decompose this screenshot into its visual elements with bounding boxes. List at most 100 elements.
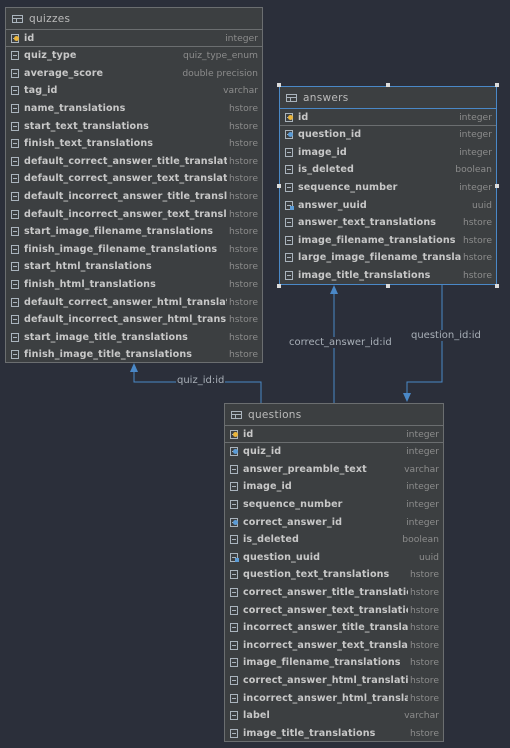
column-row-answer-uuid[interactable]: answer_uuid uuid bbox=[280, 196, 496, 214]
column-name: question_text_translations bbox=[243, 569, 390, 581]
column-icon bbox=[10, 103, 21, 114]
column-row-answer-text-translations[interactable]: answer_text_translations hstore bbox=[280, 214, 496, 232]
column-name: finish_image_filename_translations bbox=[24, 243, 218, 255]
column-icon bbox=[284, 235, 295, 246]
resize-handle-bottom-middle[interactable] bbox=[386, 284, 390, 288]
column-row-incorrect-answer-text-translations[interactable]: incorrect_answer_text_translationshstore bbox=[225, 637, 443, 655]
table-quizzes[interactable]: quizzes id integer quiz_type quiz_type_enum… bbox=[5, 7, 263, 363]
column-row-finish-image-filename-translations[interactable]: finish_image_filename_translations hstore bbox=[6, 241, 262, 259]
resize-handle-top-right[interactable] bbox=[495, 83, 499, 87]
column-type: hstore bbox=[409, 675, 439, 687]
table-header[interactable]: quizzes bbox=[6, 8, 262, 30]
column-row-sequence-number[interactable]: sequence_number integer bbox=[225, 496, 443, 514]
column-row-start-text-translations[interactable]: start_text_translations hstore bbox=[6, 117, 262, 135]
column-type: hstore bbox=[228, 155, 258, 167]
primary-key-icon bbox=[284, 112, 295, 123]
column-row-incorrect-answer-html-translations[interactable]: incorrect_answer_html_translationshstore bbox=[225, 689, 443, 707]
column-row-correct-answer-title-translations[interactable]: correct_answer_title_translations hstore bbox=[225, 584, 443, 602]
column-row-image-title-translations[interactable]: image_title_translations hstore bbox=[280, 267, 496, 285]
column-type: integer bbox=[459, 111, 492, 123]
column-row-finish-text-translations[interactable]: finish_text_translations hstore bbox=[6, 135, 262, 153]
column-row-large-image-filename-translations[interactable]: large_image_filename_translationshstore bbox=[280, 249, 496, 267]
column-row-quiz-type[interactable]: quiz_type quiz_type_enum bbox=[6, 47, 262, 65]
column-type: hstore bbox=[228, 173, 258, 185]
column-row-default-incorrect-answer-text-translations[interactable]: default_incorrect_answer_text_translatio… bbox=[6, 205, 262, 223]
resize-handle-middle-left[interactable] bbox=[277, 184, 281, 188]
resize-handle-bottom-left[interactable] bbox=[277, 284, 281, 288]
column-name: default_correct_answer_text_translations bbox=[24, 173, 227, 185]
table-header[interactable]: answers bbox=[280, 87, 496, 109]
table-header[interactable]: questions bbox=[225, 404, 443, 426]
column-row-correct-answer-id[interactable]: correct_answer_id integer bbox=[225, 513, 443, 531]
table-questions[interactable]: questions id integer quiz_id integer answer_… bbox=[224, 403, 444, 742]
column-row-tag-id[interactable]: tag_id varchar bbox=[6, 82, 262, 100]
column-row-image-filename-translations[interactable]: image_filename_translations hstore bbox=[225, 654, 443, 672]
resize-handle-top-middle[interactable] bbox=[386, 83, 390, 87]
column-row-question-uuid[interactable]: question_uuid uuid bbox=[225, 549, 443, 567]
column-name: large_image_filename_translations bbox=[298, 252, 461, 264]
column-row-name-translations[interactable]: name_translations hstore bbox=[6, 100, 262, 118]
column-row-id[interactable]: id integer bbox=[280, 109, 496, 126]
column-icon bbox=[229, 605, 240, 616]
column-row-correct-answer-html-translations[interactable]: correct_answer_html_translationshstore bbox=[225, 672, 443, 690]
column-name: is_deleted bbox=[243, 534, 299, 546]
resize-handle-middle-right[interactable] bbox=[495, 184, 499, 188]
column-icon bbox=[229, 481, 240, 492]
column-row-default-correct-answer-html-translations[interactable]: default_correct_answer_html_translations… bbox=[6, 293, 262, 311]
column-icon bbox=[10, 191, 21, 202]
column-type: hstore bbox=[409, 587, 439, 599]
column-row-default-correct-answer-title-translations[interactable]: default_correct_answer_title_translation… bbox=[6, 153, 262, 171]
column-row-finish-image-title-translations[interactable]: finish_image_title_translations hstore bbox=[6, 346, 262, 364]
table-name: quizzes bbox=[29, 12, 71, 25]
column-type: integer bbox=[406, 428, 439, 440]
column-row-image-filename-translations[interactable]: image_filename_translations hstore bbox=[280, 232, 496, 250]
column-row-start-html-translations[interactable]: start_html_translations hstore bbox=[6, 258, 262, 276]
column-row-incorrect-answer-title-translations[interactable]: incorrect_answer_title_translationshstor… bbox=[225, 619, 443, 637]
column-row-default-incorrect-answer-title-translations[interactable]: default_incorrect_answer_title_translati… bbox=[6, 188, 262, 206]
column-type: hstore bbox=[409, 727, 439, 739]
column-row-sequence-number[interactable]: sequence_number integer bbox=[280, 179, 496, 197]
column-name: start_image_title_translations bbox=[24, 331, 188, 343]
column-type: double precision bbox=[182, 67, 258, 79]
column-row-image-id[interactable]: image_id integer bbox=[225, 478, 443, 496]
column-icon bbox=[229, 499, 240, 510]
column-type: varchar bbox=[404, 463, 439, 475]
column-row-start-image-filename-translations[interactable]: start_image_filename_translations hstore bbox=[6, 223, 262, 241]
column-row-average-score[interactable]: average_score double precision bbox=[6, 65, 262, 83]
column-name: start_text_translations bbox=[24, 120, 149, 132]
resize-handle-top-left[interactable] bbox=[277, 83, 281, 87]
column-row-is-deleted[interactable]: is_deleted boolean bbox=[280, 161, 496, 179]
arrow-to-quizzes bbox=[130, 363, 138, 372]
column-type: integer bbox=[406, 481, 439, 493]
column-icon bbox=[10, 332, 21, 343]
column-row-is-deleted[interactable]: is_deleted boolean bbox=[225, 531, 443, 549]
label-quiz-id: quiz_id:id bbox=[176, 375, 226, 386]
column-row-id[interactable]: id integer bbox=[225, 426, 443, 443]
column-row-id[interactable]: id integer bbox=[6, 30, 262, 47]
column-icon bbox=[10, 85, 21, 96]
column-row-question-text-translations[interactable]: question_text_translations hstore bbox=[225, 566, 443, 584]
column-row-finish-html-translations[interactable]: finish_html_translations hstore bbox=[6, 276, 262, 294]
column-row-default-correct-answer-text-translations[interactable]: default_correct_answer_text_translations… bbox=[6, 170, 262, 188]
resize-handle-bottom-right[interactable] bbox=[495, 284, 499, 288]
column-row-question-id[interactable]: question_id integer bbox=[280, 126, 496, 144]
column-name: image_filename_translations bbox=[298, 234, 456, 246]
column-type: hstore bbox=[462, 217, 492, 229]
column-type: hstore bbox=[409, 622, 439, 634]
column-name: default_incorrect_answer_title_translati… bbox=[24, 191, 227, 203]
column-row-image-title-translations[interactable]: image_title_translations hstore bbox=[225, 725, 443, 743]
column-icon bbox=[229, 693, 240, 704]
table-answers[interactable]: answers id integer question_id integer image… bbox=[279, 86, 497, 285]
column-row-answer-preamble-text[interactable]: answer_preamble_text varchar bbox=[225, 461, 443, 479]
column-type: integer bbox=[406, 446, 439, 458]
column-row-quiz-id[interactable]: quiz_id integer bbox=[225, 443, 443, 461]
column-row-correct-answer-text-translations[interactable]: correct_answer_text_translations hstore bbox=[225, 601, 443, 619]
column-type: hstore bbox=[462, 234, 492, 246]
column-row-default-incorrect-answer-html-translations[interactable]: default_incorrect_answer_html_translatio… bbox=[6, 311, 262, 329]
column-row-image-id[interactable]: image_id integer bbox=[280, 144, 496, 162]
column-row-start-image-title-translations[interactable]: start_image_title_translations hstore bbox=[6, 329, 262, 347]
column-row-label[interactable]: label varchar bbox=[225, 707, 443, 725]
table-name: answers bbox=[303, 91, 349, 104]
table-name: questions bbox=[248, 408, 302, 421]
column-icon bbox=[10, 50, 21, 61]
